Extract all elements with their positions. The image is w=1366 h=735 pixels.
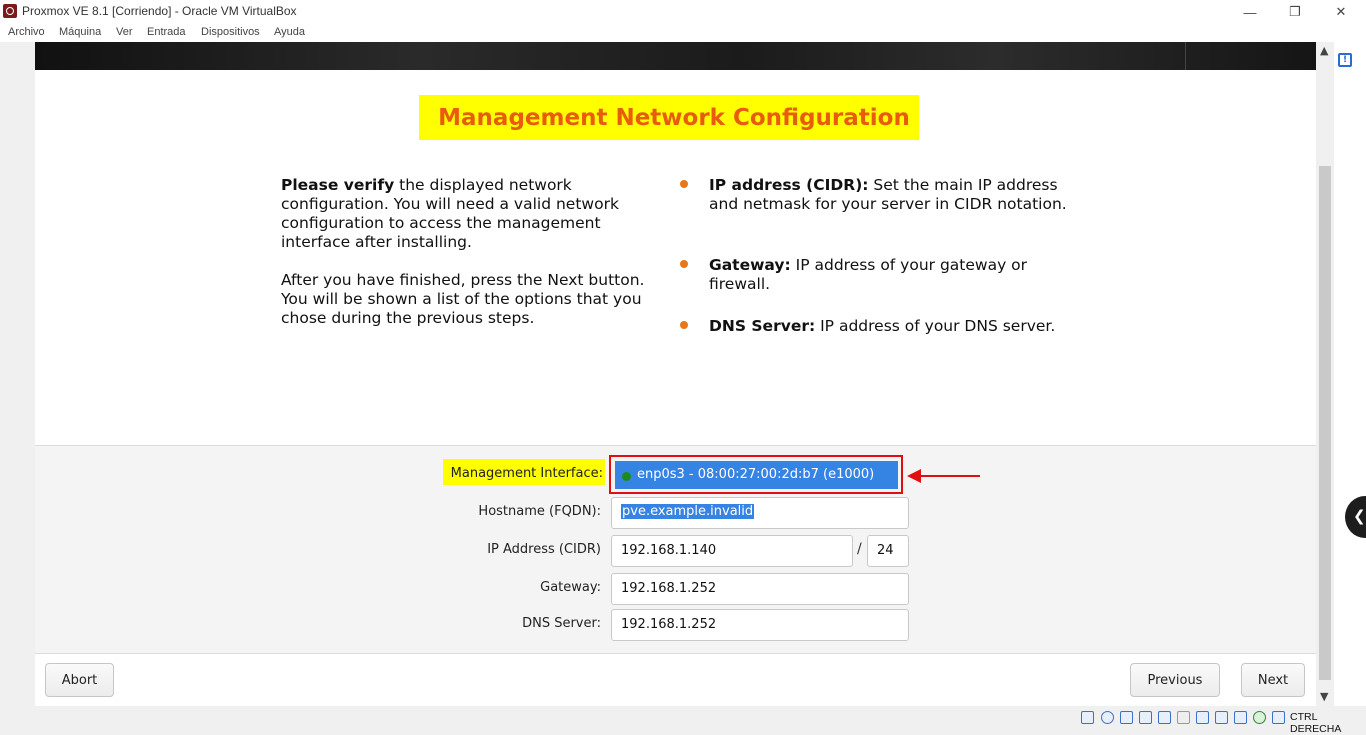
window-title: Proxmox VE 8.1 [Corriendo] - Oracle VM V… [22,4,297,18]
dns-server-label: DNS Server: [522,616,601,631]
vm-display[interactable]: Management Network Configuration Please … [35,42,1316,706]
right-strip [1334,42,1366,706]
dns-server-value: 192.168.1.252 [621,617,717,632]
notification-icon[interactable]: ! [1338,53,1352,67]
bullet-gateway: Gateway: IP address of your gateway or f… [709,256,1084,294]
bullet-gateway-title: Gateway: [709,256,791,274]
menu-archivo[interactable]: Archivo [8,26,45,38]
optical-drive-icon[interactable] [1101,711,1114,724]
virtualization-icon[interactable] [1234,711,1247,724]
gateway-field[interactable]: 192.168.1.252 [611,573,909,605]
bullet-dot [680,180,688,188]
video-capture-icon[interactable] [1215,711,1228,724]
menu-bar: Archivo Máquina Ver Entrada Dispositivos… [0,24,1366,42]
scroll-up-icon[interactable]: ▲ [1320,44,1328,57]
bullet-dot [680,321,688,329]
menu-ver[interactable]: Ver [116,26,133,38]
hostname-label: Hostname (FQDN): [478,504,601,519]
minimize-button[interactable]: — [1227,0,1273,24]
cpu-icon[interactable] [1253,711,1266,724]
gateway-value: 192.168.1.252 [621,581,717,596]
network-icon[interactable] [1139,711,1152,724]
chevron-left-icon: ❮ [1353,507,1366,525]
hard-disk-icon[interactable] [1081,711,1094,724]
scroll-down-icon[interactable]: ▼ [1320,690,1328,703]
menu-maquina[interactable]: Máquina [59,26,101,38]
gateway-label: Gateway: [540,580,601,595]
annotation-arrow-line [920,475,980,477]
restore-button[interactable]: ❐ [1272,0,1318,24]
display-icon[interactable] [1196,711,1209,724]
hostname-field[interactable]: pve.example.invalid [611,497,909,529]
bullet-dot [680,260,688,268]
netmask-field[interactable]: 24 [867,535,909,567]
menu-ayuda[interactable]: Ayuda [274,26,305,38]
hostname-value: pve.example.invalid [621,504,755,519]
close-button[interactable]: ✕ [1318,0,1364,24]
bullet-dns: DNS Server: IP address of your DNS serve… [709,317,1084,336]
mouse-integration-icon[interactable] [1272,711,1285,724]
ip-address-label: IP Address (CIDR) [487,542,601,557]
management-interface-value: enp0s3 - 08:00:27:00:2d:b7 (e1000) [637,467,875,482]
management-interface-select[interactable]: enp0s3 - 08:00:27:00:2d:b7 (e1000) [615,461,898,489]
window-titlebar: Proxmox VE 8.1 [Corriendo] - Oracle VM V… [0,0,1366,24]
next-button[interactable]: Next [1241,663,1305,697]
shared-folders-icon[interactable] [1177,711,1190,724]
scrollbar-thumb[interactable] [1319,166,1331,680]
annotation-arrow-icon [907,469,921,483]
bullet-ip-title: IP address (CIDR): [709,176,869,194]
usb-icon[interactable] [1158,711,1171,724]
vertical-scrollbar[interactable]: ▲ ▼ [1316,42,1334,706]
dns-server-field[interactable]: 192.168.1.252 [611,609,909,641]
menu-entrada[interactable]: Entrada [147,26,186,38]
link-status-icon [622,472,631,481]
virtualbox-app-icon [3,4,17,18]
abort-button[interactable]: Abort [45,663,114,697]
management-interface-label: Management Interface: [450,466,603,481]
menu-dispositivos[interactable]: Dispositivos [201,26,260,38]
cidr-separator: / [857,541,862,557]
ip-address-value: 192.168.1.140 [621,543,717,558]
bullet-dns-text: IP address of your DNS server. [815,317,1056,335]
page-title: Management Network Configuration [438,104,910,131]
installer-banner [35,42,1316,70]
bullet-ip: IP address (CIDR): Set the main IP addre… [709,176,1084,214]
verify-bold: Please verify [281,176,395,194]
host-key-label: CTRL DERECHA [1290,711,1342,735]
verify-paragraph: Please verify the displayed network conf… [281,176,671,252]
netmask-value: 24 [877,543,894,558]
audio-icon[interactable] [1120,711,1133,724]
bullet-dns-title: DNS Server: [709,317,816,335]
previous-button[interactable]: Previous [1130,663,1220,697]
next-paragraph: After you have finished, press the Next … [281,271,645,327]
heading-highlight: Management Network Configuration [419,95,919,140]
ip-address-field[interactable]: 192.168.1.140 [611,535,853,567]
